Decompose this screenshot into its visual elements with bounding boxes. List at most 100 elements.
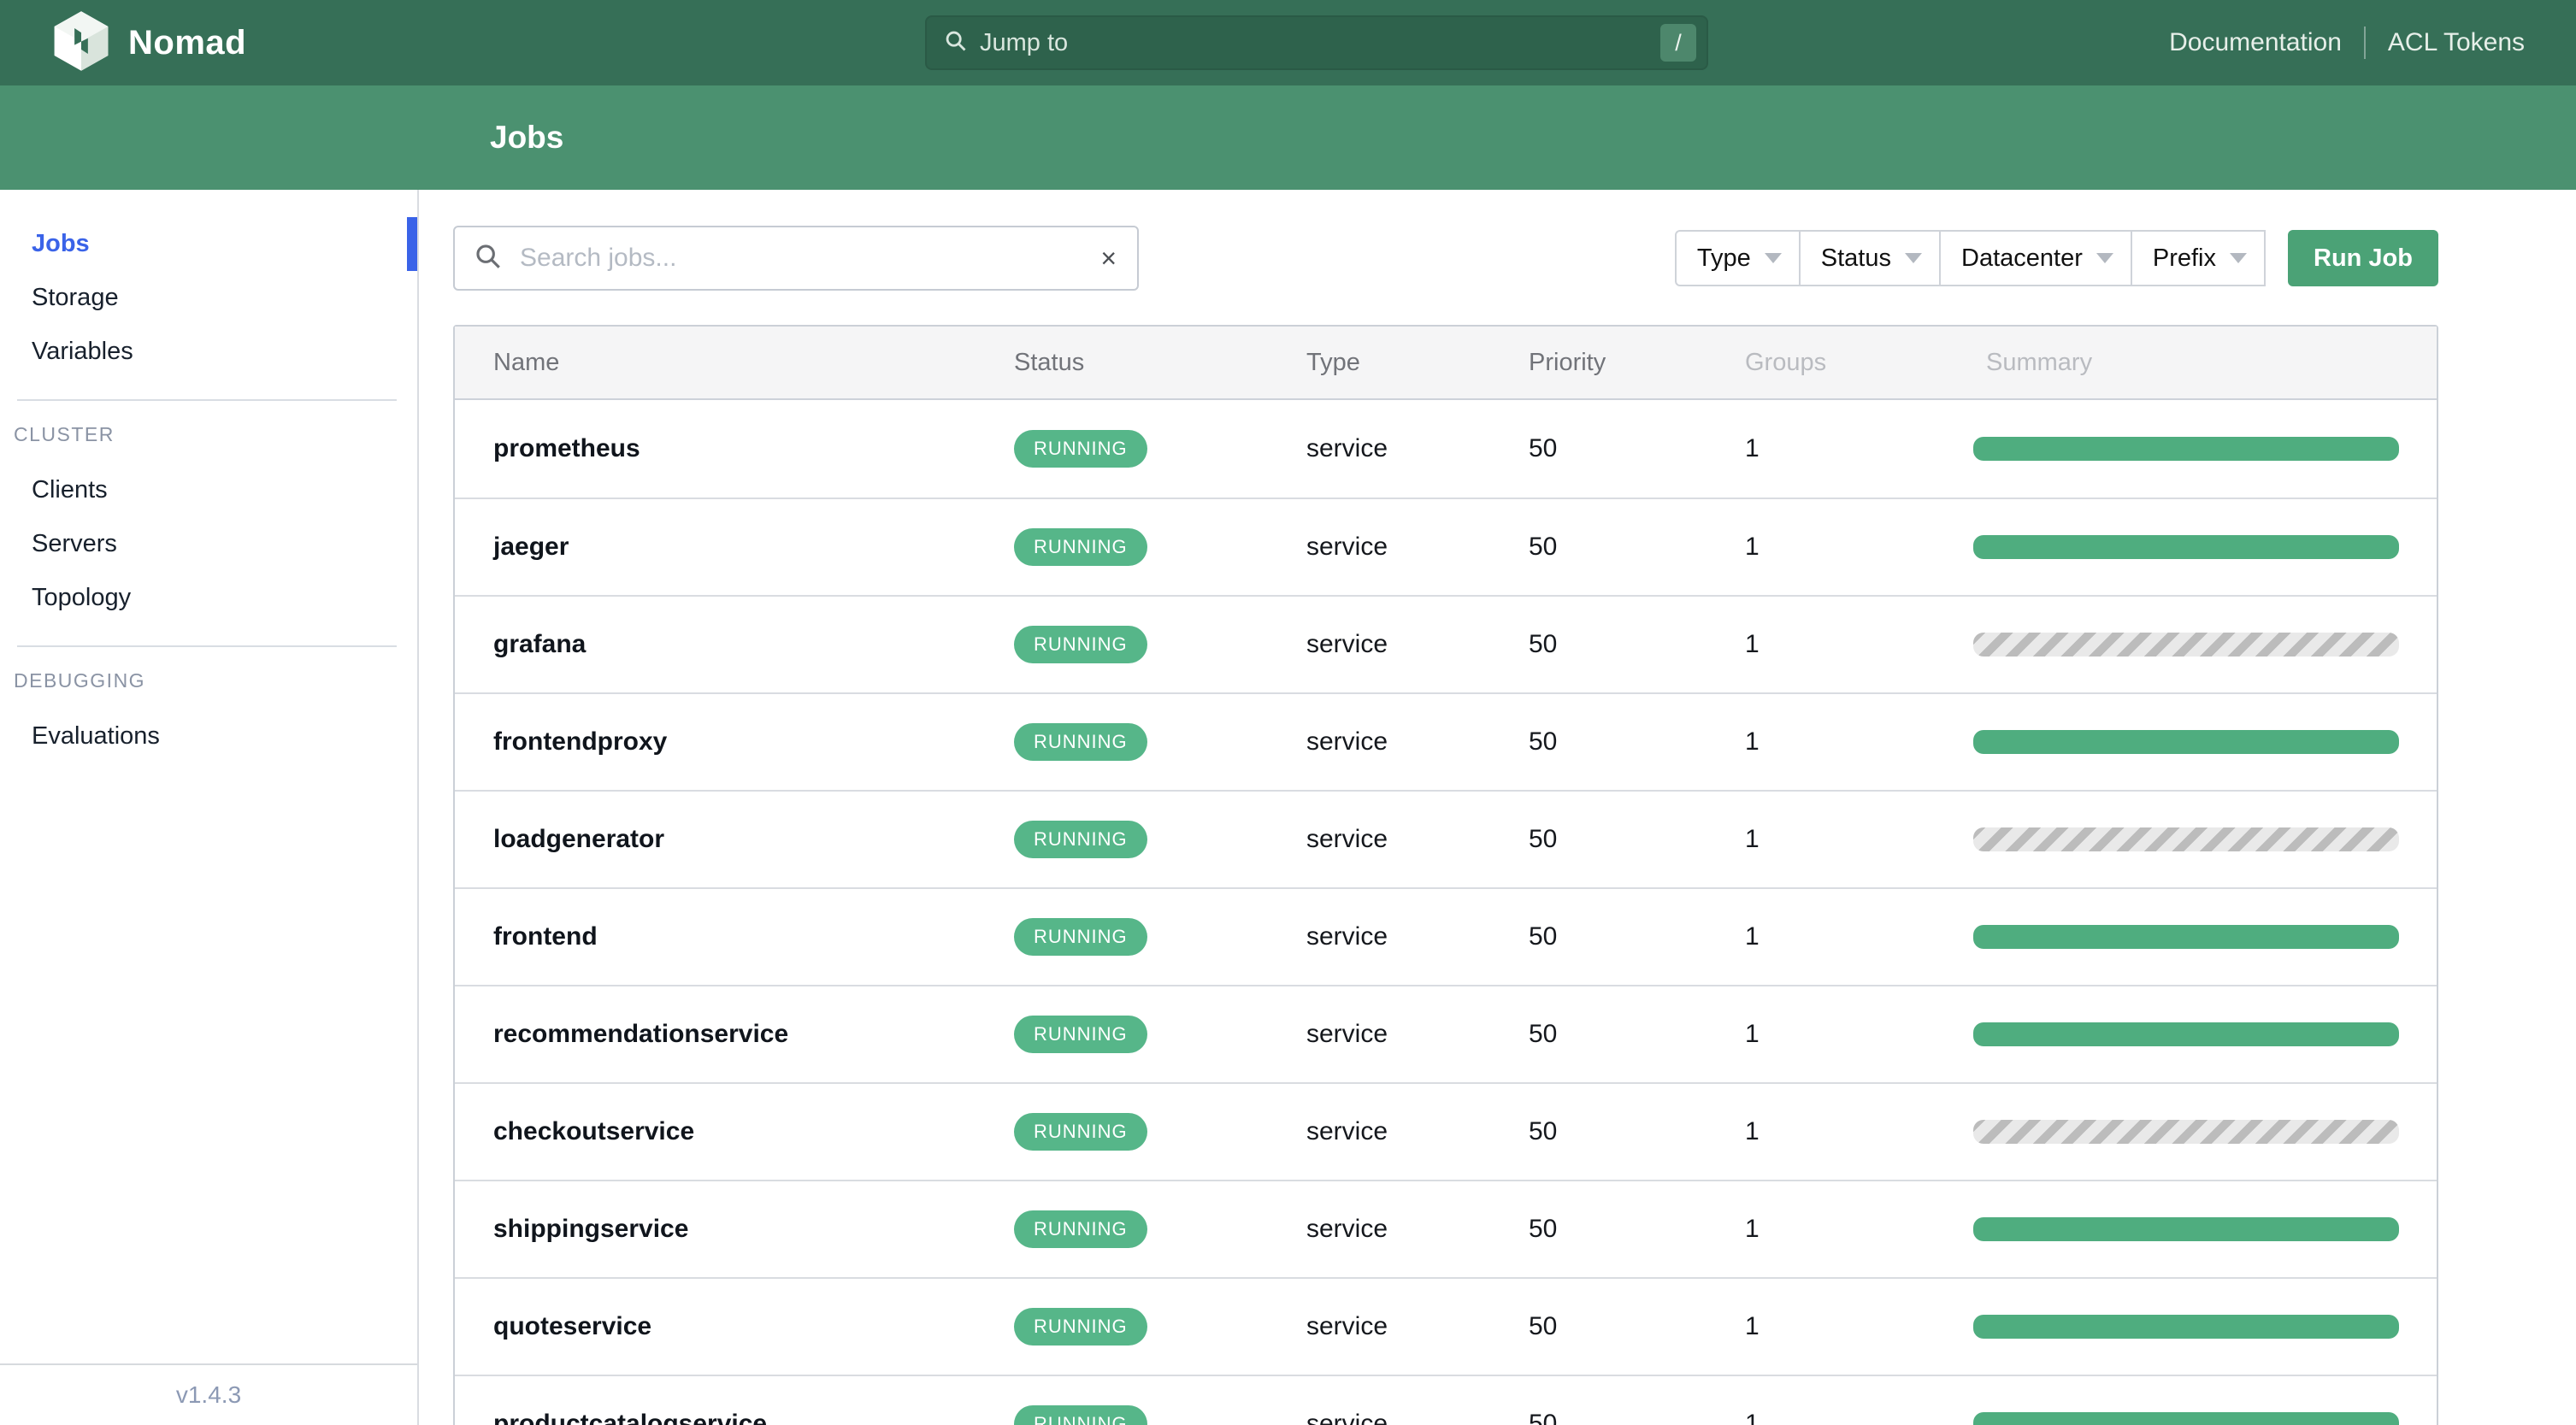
table-row[interactable]: quoteservice RUNNING service 50 1 xyxy=(455,1277,2437,1375)
job-status-cell: RUNNING xyxy=(1014,1210,1306,1248)
slash-shortcut-key: / xyxy=(1660,24,1696,62)
summary-bar-running xyxy=(1973,1217,2399,1241)
job-type-cell: service xyxy=(1306,1410,1388,1425)
job-name-link[interactable]: frontendproxy xyxy=(493,727,1014,757)
main-content: × Type Status Datacenter Prefix xyxy=(419,190,2576,1425)
chevron-down-icon xyxy=(1905,253,1922,263)
clear-search-icon[interactable]: × xyxy=(1100,244,1117,272)
job-groups-cell: 1 xyxy=(1745,1312,1760,1340)
job-summary-cell xyxy=(1973,827,2399,851)
job-name-link[interactable]: productcatalogservice xyxy=(493,1410,1014,1425)
column-header-name[interactable]: Name xyxy=(493,349,1014,377)
nav-separator xyxy=(2363,26,2366,59)
job-priority-cell: 50 xyxy=(1529,533,1558,561)
sidebar-item-evaluations[interactable]: Evaluations xyxy=(0,710,417,763)
run-job-button[interactable]: Run Job xyxy=(2288,230,2438,286)
documentation-link[interactable]: Documentation xyxy=(2169,28,2342,57)
status-badge: RUNNING xyxy=(1014,1308,1147,1346)
prefix-filter-button[interactable]: Prefix xyxy=(2130,230,2266,286)
summary-bar-running xyxy=(1973,1315,2399,1339)
sidebar-item-label: Variables xyxy=(32,338,133,365)
job-status-cell: RUNNING xyxy=(1014,1016,1306,1053)
search-jobs-input[interactable] xyxy=(520,244,1101,273)
job-name-link[interactable]: quoteservice xyxy=(493,1312,1014,1341)
sidebar-item-clients[interactable]: Clients xyxy=(0,463,417,517)
table-row[interactable]: shippingservice RUNNING service 50 1 xyxy=(455,1180,2437,1277)
column-header-priority[interactable]: Priority xyxy=(1529,349,1745,377)
jump-to-search[interactable]: Jump to / xyxy=(925,15,1708,70)
table-row[interactable]: prometheus RUNNING service 50 1 xyxy=(455,400,2437,498)
job-name-link[interactable]: recommendationservice xyxy=(493,1020,1014,1049)
jump-to-placeholder: Jump to xyxy=(980,28,1069,56)
chevron-down-icon xyxy=(1764,253,1782,263)
sidebar-item-variables[interactable]: Variables xyxy=(0,325,417,379)
job-summary-cell xyxy=(1973,1412,2399,1425)
type-filter-button[interactable]: Type xyxy=(1674,230,1801,286)
table-row[interactable]: grafana RUNNING service 50 1 xyxy=(455,595,2437,692)
job-groups-cell: 1 xyxy=(1745,630,1760,658)
table-row[interactable]: productcatalogservice RUNNING service 50 1 xyxy=(455,1375,2437,1425)
jobs-table: Name Status Type Priority Groups Summary… xyxy=(453,325,2438,1425)
filter-label: Type xyxy=(1696,244,1751,272)
job-name-link[interactable]: shippingservice xyxy=(493,1215,1014,1244)
job-type-cell: service xyxy=(1306,1020,1388,1048)
sidebar-item-storage[interactable]: Storage xyxy=(0,271,417,325)
summary-bar-pending xyxy=(1973,1120,2399,1144)
job-type-cell: service xyxy=(1306,922,1388,951)
page-header: Jobs xyxy=(0,85,2576,190)
job-status-cell: RUNNING xyxy=(1014,430,1306,468)
sidebar-item-label: Topology xyxy=(32,584,132,611)
table-row[interactable]: recommendationservice RUNNING service 50 1 xyxy=(455,985,2437,1082)
job-name-link[interactable]: grafana xyxy=(493,630,1014,659)
job-summary-cell xyxy=(1973,535,2399,559)
sidebar-section-cluster: CLUSTER xyxy=(14,423,115,445)
job-name-link[interactable]: prometheus xyxy=(493,434,1014,463)
sidebar-item-servers[interactable]: Servers xyxy=(0,517,417,571)
summary-bar-running xyxy=(1973,535,2399,559)
chevron-down-icon xyxy=(2096,253,2113,263)
job-name-link[interactable]: loadgenerator xyxy=(493,825,1014,854)
sidebar-item-topology[interactable]: Topology xyxy=(0,571,417,625)
job-priority-cell: 50 xyxy=(1529,1410,1558,1425)
brand-name: Nomad xyxy=(128,23,247,62)
status-badge: RUNNING xyxy=(1014,821,1147,858)
sidebar-item-jobs[interactable]: Jobs xyxy=(0,217,417,271)
job-name-link[interactable]: jaeger xyxy=(493,533,1014,562)
top-navbar: Nomad Jump to / Documentation ACL Tokens xyxy=(0,0,2576,85)
job-priority-cell: 50 xyxy=(1529,1215,1558,1243)
summary-bar-pending xyxy=(1973,827,2399,851)
table-row[interactable]: jaeger RUNNING service 50 1 xyxy=(455,498,2437,595)
job-summary-cell xyxy=(1973,633,2399,657)
sidebar-item-label: Jobs xyxy=(32,230,90,257)
datacenter-filter-button[interactable]: Datacenter xyxy=(1939,230,2132,286)
job-name-link[interactable]: frontend xyxy=(493,922,1014,951)
table-row[interactable]: checkoutservice RUNNING service 50 1 xyxy=(455,1082,2437,1180)
status-badge: RUNNING xyxy=(1014,918,1147,956)
nomad-brand[interactable]: Nomad xyxy=(0,10,246,76)
status-badge: RUNNING xyxy=(1014,626,1147,663)
job-status-cell: RUNNING xyxy=(1014,723,1306,761)
job-status-cell: RUNNING xyxy=(1014,918,1306,956)
job-status-cell: RUNNING xyxy=(1014,626,1306,663)
column-header-status[interactable]: Status xyxy=(1014,349,1306,377)
job-groups-cell: 1 xyxy=(1745,533,1760,561)
jobs-table-body: prometheus RUNNING service 50 1 jaeger RUNNING… xyxy=(455,400,2437,1425)
search-jobs-box[interactable]: × xyxy=(453,226,1139,291)
status-filter-button[interactable]: Status xyxy=(1798,230,1941,286)
job-priority-cell: 50 xyxy=(1529,630,1558,658)
summary-bar-running xyxy=(1973,437,2399,461)
sidebar-footer: v1.4.3 xyxy=(0,1363,417,1425)
sidebar-item-label: Storage xyxy=(32,284,119,311)
acl-tokens-link[interactable]: ACL Tokens xyxy=(2388,28,2525,57)
table-row[interactable]: frontendproxy RUNNING service 50 1 xyxy=(455,692,2437,790)
status-badge: RUNNING xyxy=(1014,430,1147,468)
job-groups-cell: 1 xyxy=(1745,1117,1760,1145)
job-groups-cell: 1 xyxy=(1745,825,1760,853)
nomad-logo-icon xyxy=(53,10,109,76)
job-name-link[interactable]: checkoutservice xyxy=(493,1117,1014,1146)
job-status-cell: RUNNING xyxy=(1014,1113,1306,1151)
table-row[interactable]: frontend RUNNING service 50 1 xyxy=(455,887,2437,985)
column-header-type[interactable]: Type xyxy=(1306,349,1529,377)
job-summary-cell xyxy=(1973,730,2399,754)
table-row[interactable]: loadgenerator RUNNING service 50 1 xyxy=(455,790,2437,887)
